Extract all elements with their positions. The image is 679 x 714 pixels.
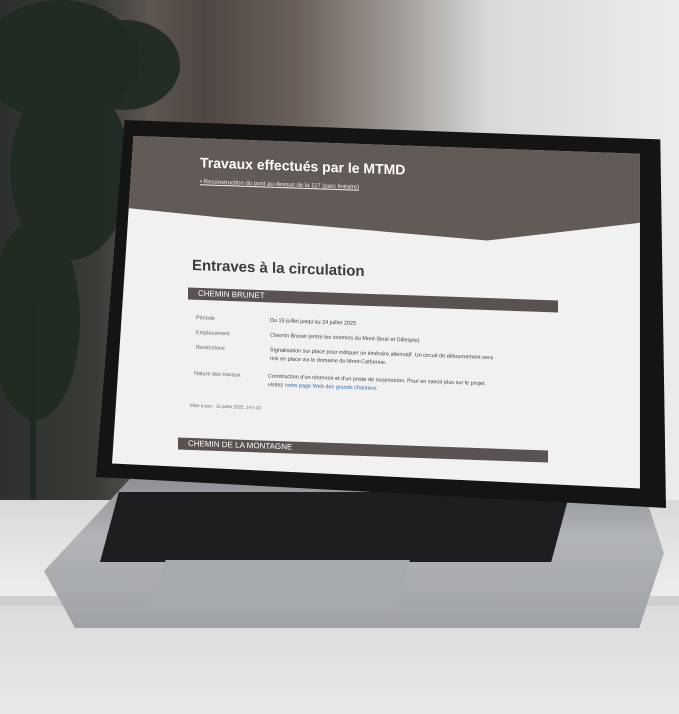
row-value: mis en place via le domaine du Mont-Cath… <box>270 355 387 367</box>
section-header: CHEMIN BRUNET <box>188 287 558 313</box>
plant-leaf <box>70 20 180 110</box>
row-label: Restrictions <box>196 344 225 352</box>
row-label: Nature des travaux <box>194 370 241 379</box>
bullet: • <box>200 179 203 186</box>
laptop-keyboard <box>100 492 570 562</box>
detail-row: Période Du 15 juillet jusqu'au 24 juillet… <box>196 315 356 327</box>
laptop-photo: Travaux effectués par le MTMD • Reconstr… <box>0 0 679 714</box>
row-label: Emplacement <box>196 330 230 338</box>
row-value: Du 15 juillet jusqu'au 24 juillet 2025 <box>270 317 357 327</box>
row-value: Chemin Brunet (entre les chemins du Mont… <box>270 332 420 344</box>
detail-row: Emplacement Chemin Brunet (entre les chem… <box>196 330 419 344</box>
page-title: Entraves à la circulation <box>192 256 365 281</box>
update-timestamp: Mise à jour : 15 juillet 2025, 14 h 32 <box>190 402 262 411</box>
row-label: Période <box>196 315 215 322</box>
row-value: . <box>376 385 378 392</box>
detail-row-continued: visitez notre page Web des grands chanti… <box>268 382 378 392</box>
detail-row-continued: mis en place via le domaine du Mont-Cath… <box>270 356 386 366</box>
section-header: CHEMIN DE LA MONTAGNE <box>178 437 548 463</box>
laptop-trackpad <box>150 560 410 610</box>
plant-stem <box>30 300 36 500</box>
laptop-screen: Travaux effectués par le MTMD • Reconstr… <box>112 136 640 489</box>
page-header <box>112 136 640 241</box>
grands-chantiers-link[interactable]: notre page Web des grands chantiers <box>285 383 377 392</box>
row-value: visitez <box>268 382 285 389</box>
